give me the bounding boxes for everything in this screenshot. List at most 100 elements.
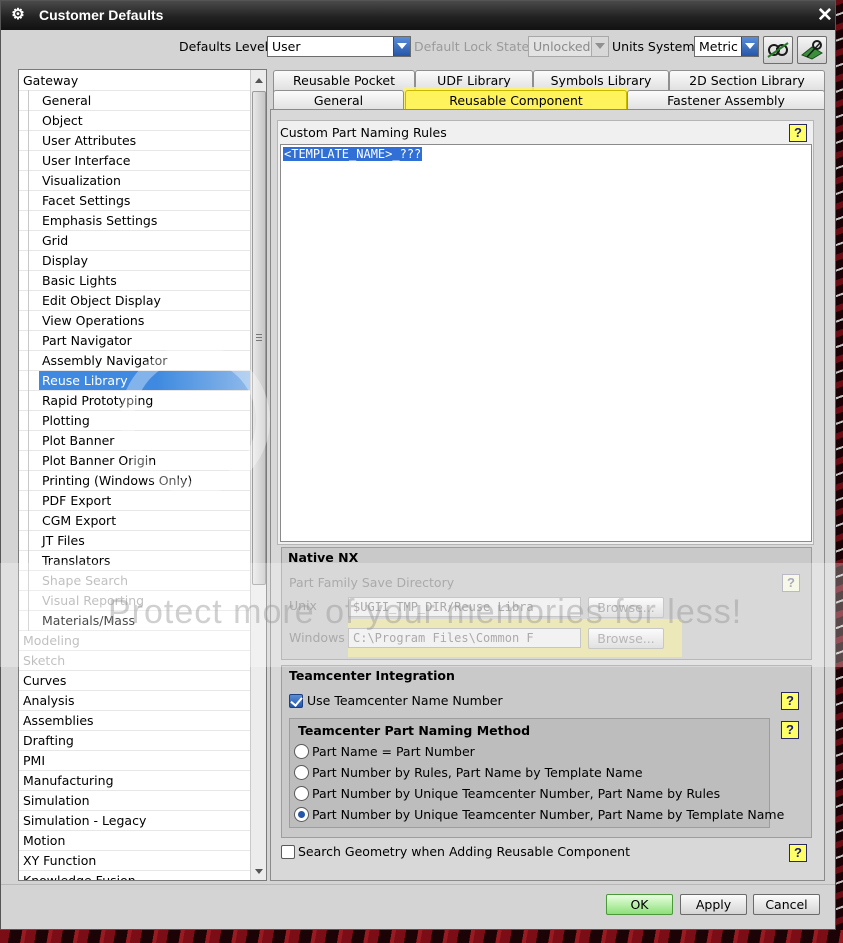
help-icon[interactable]: ? <box>782 574 800 592</box>
chevron-down-icon[interactable] <box>591 37 608 56</box>
nav-item[interactable]: Plotting <box>19 410 250 431</box>
nav-item[interactable]: JT Files <box>19 530 250 551</box>
nav-item-label: JT Files <box>42 533 85 548</box>
nav-item[interactable]: Reuse Library <box>19 370 250 391</box>
nav-item[interactable]: Part Navigator <box>19 330 250 351</box>
nav-item[interactable]: Gateway <box>19 71 250 91</box>
tab-2d-section-library[interactable]: 2D Section Library <box>669 70 825 92</box>
nav-item-label: Drafting <box>23 733 74 748</box>
nav-item-label: Display <box>42 253 89 268</box>
search-geometry-checkbox[interactable] <box>281 845 295 859</box>
nav-item[interactable]: Modeling <box>19 631 250 651</box>
nav-item[interactable]: Simulation <box>19 791 250 811</box>
nav-item-label: Manufacturing <box>23 773 114 788</box>
radio-unique-number-name-by-template[interactable] <box>294 807 309 822</box>
defaults-level-select[interactable]: User <box>267 36 411 57</box>
nav-item[interactable]: Rapid Prototyping <box>19 390 250 411</box>
nav-item[interactable]: Simulation - Legacy <box>19 811 250 831</box>
nav-item-label: Emphasis Settings <box>42 213 158 228</box>
manage-defaults-button[interactable] <box>797 36 827 64</box>
help-icon[interactable]: ? <box>781 721 799 739</box>
nav-item[interactable]: Plot Banner <box>19 430 250 451</box>
tab-reusable-pocket[interactable]: Reusable Pocket <box>273 70 415 92</box>
nav-item[interactable]: Emphasis Settings <box>19 210 250 231</box>
lock-state-select[interactable]: Unlocked <box>528 36 609 57</box>
nav-item[interactable]: Materials/Mass <box>19 610 250 631</box>
nav-item[interactable]: Shape Search <box>19 570 250 591</box>
windows-browse-button[interactable]: Browse... <box>588 628 664 649</box>
chevron-down-icon[interactable] <box>393 37 410 56</box>
nav-item[interactable]: Printing (Windows Only) <box>19 470 250 491</box>
nav-item[interactable]: Object <box>19 110 250 131</box>
nav-item-label: User Attributes <box>42 133 137 148</box>
nav-item[interactable]: CGM Export <box>19 510 250 531</box>
manage-defaults-icon <box>801 40 823 60</box>
desktop-background-bottom <box>0 930 843 943</box>
method-label: Part Number by Unique Teamcenter Number,… <box>312 786 721 801</box>
nav-item[interactable]: Drafting <box>19 731 250 751</box>
nav-item[interactable]: User Attributes <box>19 130 250 151</box>
nav-item[interactable]: Manufacturing <box>19 771 250 791</box>
title-bar: ⚙ Customer Defaults ✕ <box>1 1 835 30</box>
nav-item-label: Printing (Windows Only) <box>42 473 193 488</box>
nav-item-label: Motion <box>23 833 66 848</box>
nav-item-label: Grid <box>42 233 69 248</box>
nav-item[interactable]: Assembly Navigator <box>19 350 250 371</box>
nav-item[interactable]: Edit Object Display <box>19 290 250 311</box>
nav-item[interactable]: PMI <box>19 751 250 771</box>
gear-icon[interactable]: ⚙ <box>10 7 26 23</box>
chevron-down-icon[interactable] <box>741 37 758 56</box>
ok-button[interactable]: OK <box>606 894 673 915</box>
help-icon[interactable]: ? <box>781 692 799 710</box>
nav-item[interactable]: Grid <box>19 230 250 251</box>
radio-unique-number-name-by-rules[interactable] <box>294 786 309 801</box>
method-label: Part Name = Part Number <box>312 744 475 759</box>
nav-item[interactable]: View Operations <box>19 310 250 331</box>
nav-item[interactable]: Assemblies <box>19 711 250 731</box>
scroll-down-arrow-icon[interactable] <box>251 863 266 880</box>
unix-label: Unix <box>289 598 317 613</box>
naming-rules-textarea[interactable]: <TEMPLATE_NAME>_??? <box>280 144 812 542</box>
grip-icon <box>256 334 262 341</box>
cancel-button[interactable]: Cancel <box>753 894 820 915</box>
radio-number-by-rules[interactable] <box>294 765 309 780</box>
category-tree[interactable]: Gateway General Object User Attributes User … <box>18 69 267 881</box>
search-geometry-label: Search Geometry when Adding Reusable Com… <box>298 844 631 859</box>
nav-item[interactable]: Plot Banner Origin <box>19 450 250 471</box>
nav-item[interactable]: Visualization <box>19 170 250 191</box>
unix-browse-button[interactable]: Browse... <box>588 597 664 618</box>
nav-item[interactable]: Basic Lights <box>19 270 250 291</box>
nav-item[interactable]: Analysis <box>19 691 250 711</box>
close-button[interactable]: ✕ <box>815 6 835 25</box>
use-teamcenter-number-checkbox[interactable] <box>289 694 303 708</box>
apply-button[interactable]: Apply <box>680 894 747 915</box>
nav-item[interactable]: User Interface <box>19 150 250 171</box>
nav-item[interactable]: PDF Export <box>19 490 250 511</box>
nav-item[interactable]: Facet Settings <box>19 190 250 211</box>
save-directory-label: Part Family Save Directory <box>289 575 455 590</box>
nav-item[interactable]: Sketch <box>19 651 250 671</box>
windows-directory-field[interactable]: C:\Program Files\Common F <box>348 628 581 648</box>
customer-defaults-dialog: ⚙ Customer Defaults ✕ Defaults Level Use… <box>0 0 836 930</box>
scroll-up-arrow-icon[interactable] <box>251 72 266 89</box>
nav-item[interactable]: Display <box>19 250 250 271</box>
nav-item[interactable]: Visual Reporting <box>19 590 250 611</box>
nav-item[interactable]: XY Function <box>19 851 250 871</box>
nav-item[interactable]: Translators <box>19 550 250 571</box>
nav-item[interactable]: Curves <box>19 671 250 691</box>
unix-directory-field[interactable]: $UGII_TMP_DIR/Reuse Libra <box>348 597 581 617</box>
help-icon[interactable]: ? <box>789 124 807 142</box>
units-system-value: Metric <box>699 39 738 54</box>
nav-item[interactable]: Motion <box>19 831 250 851</box>
radio-part-name-equals-number[interactable] <box>294 744 309 759</box>
scrollbar-thumb[interactable] <box>252 91 266 585</box>
nav-item-label: Visualization <box>42 173 121 188</box>
nav-item[interactable]: Knowledge Fusion <box>19 871 250 880</box>
nav-item[interactable]: General <box>19 90 250 111</box>
units-system-select[interactable]: Metric <box>694 36 759 57</box>
help-icon[interactable]: ? <box>789 844 807 862</box>
nav-item-label: Assemblies <box>23 713 94 728</box>
tree-scrollbar[interactable] <box>250 70 266 880</box>
nav-item-label: Plot Banner Origin <box>42 453 157 468</box>
find-default-button[interactable] <box>763 36 793 64</box>
